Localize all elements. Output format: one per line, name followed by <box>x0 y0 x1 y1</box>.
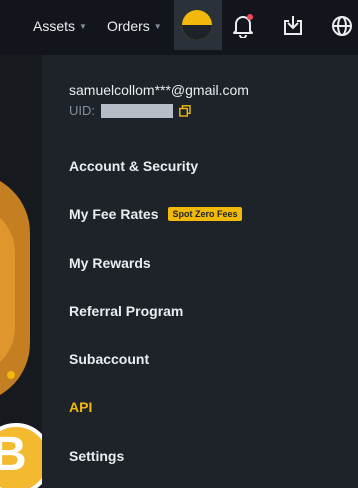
notification-dot <box>247 14 253 20</box>
orders-label: Orders <box>107 18 150 34</box>
menu-item-rewards[interactable]: My Rewards <box>69 255 151 271</box>
download-icon[interactable] <box>282 14 308 40</box>
avatar-button[interactable] <box>174 0 222 50</box>
menu-item-fee-rates[interactable]: My Fee Rates Spot Zero Fees <box>69 206 242 222</box>
menu-item-referral-program[interactable]: Referral Program <box>69 303 183 319</box>
bitcoin-coin-icon: B <box>0 423 42 488</box>
menu-item-label: Referral Program <box>69 303 184 319</box>
bell-icon[interactable] <box>232 14 258 40</box>
avatar-icon <box>182 10 212 40</box>
account-dropdown-menu: samuelcollom***@gmail.com UID: Account &… <box>42 55 358 488</box>
account-email: samuelcollom***@gmail.com <box>69 82 249 98</box>
chevron-down-icon: ▼ <box>79 21 87 31</box>
menu-item-label: Settings <box>69 448 125 464</box>
menu-item-api[interactable]: API <box>69 399 92 415</box>
assets-label: Assets <box>33 18 76 34</box>
chevron-down-icon: ▼ <box>153 21 162 31</box>
copy-icon[interactable] <box>179 104 191 117</box>
uid-label: UID: <box>69 103 95 118</box>
menu-item-settings[interactable]: Settings <box>69 448 124 464</box>
menu-item-label: My Fee Rates <box>69 206 159 222</box>
background-artwork: B <box>0 55 42 488</box>
globe-icon[interactable] <box>330 14 356 40</box>
top-navigation-bar: Assets ▼ Orders ▼ <box>0 0 358 55</box>
uid-redacted-value <box>101 103 173 118</box>
assets-menu[interactable]: Assets ▼ <box>33 18 87 34</box>
menu-item-label: API <box>69 399 93 415</box>
menu-item-subaccount[interactable]: Subaccount <box>69 351 149 367</box>
orders-menu[interactable]: Orders ▼ <box>107 18 162 34</box>
menu-item-label: Account & Security <box>69 158 199 174</box>
artwork-dot <box>7 371 15 379</box>
menu-item-label: Subaccount <box>69 351 150 367</box>
menu-item-label: My Rewards <box>69 255 151 271</box>
promo-badge: Spot Zero Fees <box>168 207 242 221</box>
menu-item-account-security[interactable]: Account & Security <box>69 158 198 174</box>
uid-row: UID: <box>69 103 191 118</box>
